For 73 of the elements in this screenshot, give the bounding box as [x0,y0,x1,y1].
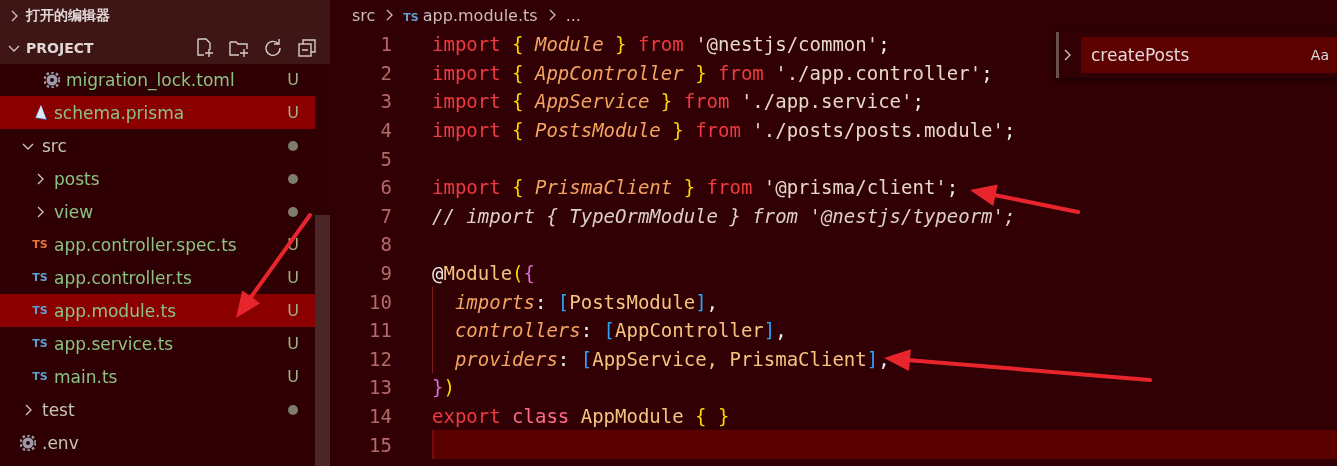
triangle-icon [32,103,48,122]
code-line: import { PrismaClient } from '@prisma/client'; [432,176,959,199]
file-row[interactable]: migration_lock.toml U [0,63,315,96]
git-status: U [286,334,300,353]
file-name: schema.prisma [54,102,186,123]
folder-name: src [42,135,68,156]
code-line: imports: [PostsModule], [453,290,719,313]
file-name: .env [42,432,80,453]
line-number: 4 [379,119,392,142]
file-row[interactable]: schema.prisma U [0,96,315,129]
code-line: @Module({ [432,262,535,285]
typescript-icon: TS [32,304,48,317]
git-status: U [286,367,300,386]
line-number: 2 [379,61,392,84]
line-number: 10 [368,290,392,313]
folder-row[interactable]: src [0,129,315,162]
file-row[interactable]: .env [0,426,315,459]
git-status: U [286,268,300,287]
file-row[interactable]: TS app.controller.ts U [0,261,315,294]
file-name: main.ts [54,366,119,387]
code-line: import { AppService } from './app.service'; [432,90,924,113]
code-line: }) [432,376,455,399]
breadcrumb-item[interactable]: ... [565,5,581,25]
git-status: U [286,301,300,320]
file-name: migration_lock.toml [66,69,236,90]
typescript-icon: TS [32,337,48,350]
line-number: 14 [368,405,392,427]
code-line: providers: [AppService, PrismaClient], [453,347,890,370]
file-row[interactable]: TS main.ts U [0,360,315,393]
typescript-icon: TS [32,238,48,251]
gear-icon [20,434,36,451]
refresh-icon[interactable] [262,37,284,59]
typescript-icon: TS [32,370,48,383]
collapse-all-icon[interactable] [296,37,318,59]
line-number: 1 [379,33,392,56]
folder-row[interactable]: posts [0,162,315,195]
folder-name: view [54,201,95,222]
folder-name: test [42,399,76,420]
line-number: 7 [379,204,392,227]
line-number: 13 [368,376,392,399]
match-case-toggle[interactable]: Aa [1310,47,1329,63]
code-line: import { Module } from '@nestjs/common'; [432,33,890,56]
folder-name: posts [54,168,101,189]
line-number: 11 [368,319,392,342]
typescript-icon: TS [32,271,48,284]
git-status: U [286,70,300,89]
new-file-icon[interactable] [194,37,216,59]
code-line: controllers: [AppController], [453,319,787,342]
code-line: import { PostsModule } from './posts/posts.module'; [432,119,1016,142]
code-line: export class AppModule { } [432,405,730,427]
breadcrumb-item[interactable]: TS app.module.ts [403,5,538,25]
line-number: 9 [379,262,392,285]
line-number: 3 [379,90,392,113]
line-number: 15 [368,433,392,456]
line-number: 12 [368,347,392,370]
file-name: app.controller.ts [54,267,193,288]
gear-icon [44,71,60,88]
folder-row[interactable]: test [0,393,315,426]
file-name: app.controller.spec.ts [54,234,238,255]
code-line: import { AppController } from './app.controller'; [432,61,993,84]
scrollbar[interactable] [315,215,330,466]
line-number: 8 [379,233,392,256]
line-number: 6 [379,176,392,199]
file-name: app.service.ts [54,333,175,354]
breadcrumb-item[interactable]: src [352,5,376,25]
code-line: // import { TypeOrmModule } from '@nestjs/typeorm'; [432,204,1016,227]
git-status: U [286,103,300,122]
line-number: 5 [379,147,392,170]
file-name: app.module.ts [54,300,178,321]
file-row[interactable]: TS app.module.ts U [0,294,315,327]
file-row[interactable]: TS app.service.ts U [0,327,315,360]
find-field[interactable]: createPosts Aa [1081,37,1337,73]
folder-row[interactable]: view [0,195,315,228]
